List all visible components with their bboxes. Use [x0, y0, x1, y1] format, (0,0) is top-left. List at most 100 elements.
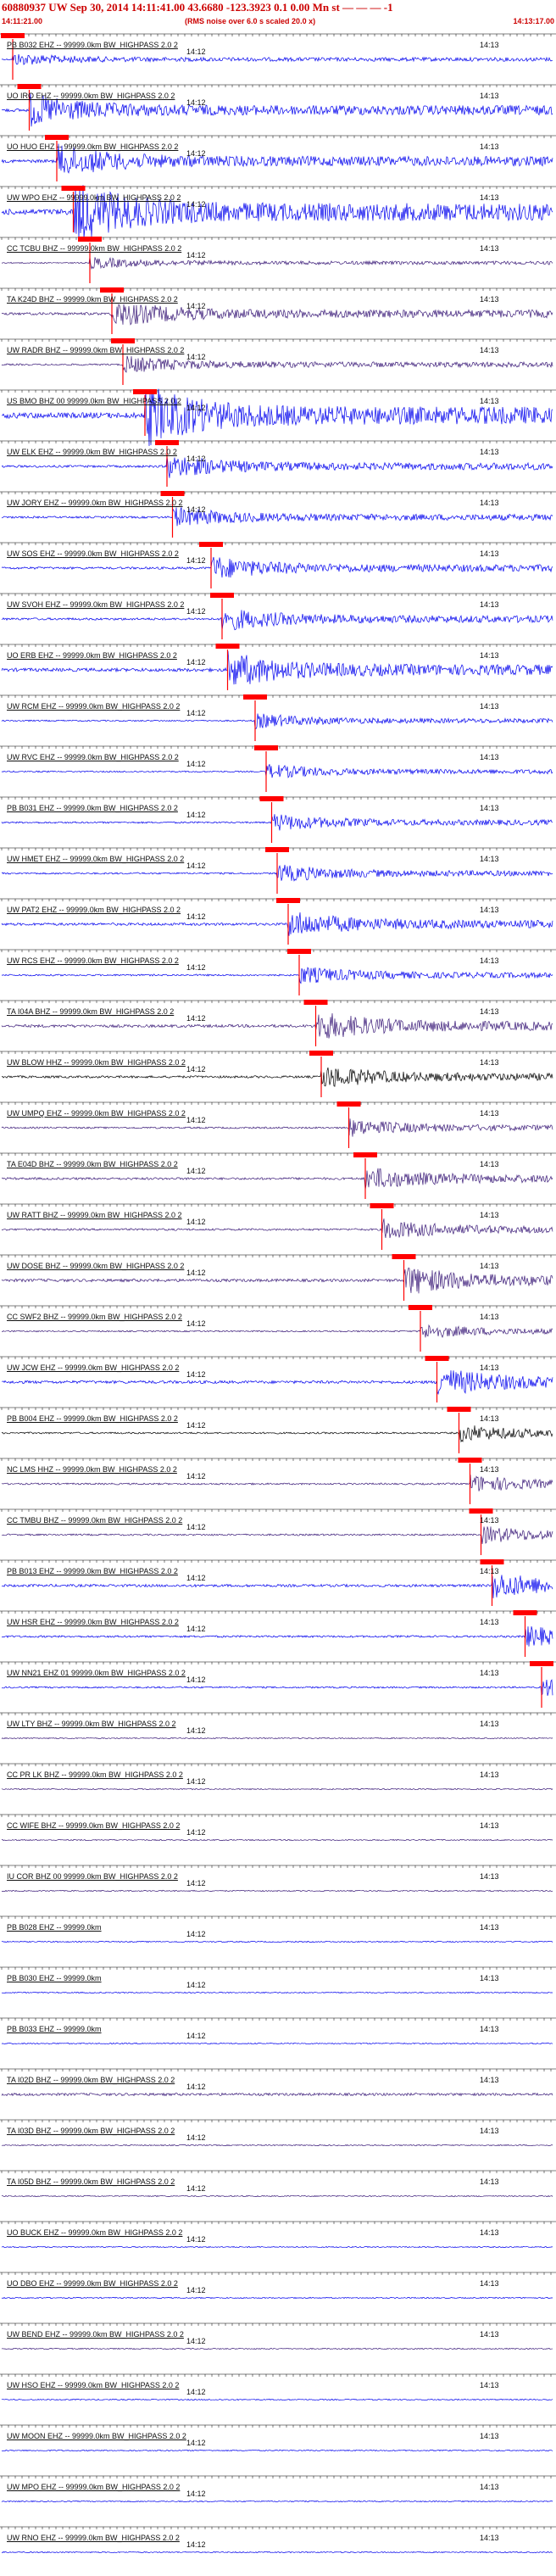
waveform-trace	[1, 912, 553, 936]
trace-label: PB B031 EHZ -- 99999.0km BW_HIGHPASS 2.0…	[7, 804, 178, 812]
waveform-trace	[1, 355, 553, 373]
phase-pick-flag	[160, 491, 185, 496]
waveform-trace	[2, 1370, 553, 1396]
waveform-trace	[2, 2194, 553, 2198]
time-label: 14:12	[186, 1370, 206, 1379]
time-label: 14:13	[480, 2381, 499, 2389]
trace-label: TA K24D BHZ -- 99999.0km BW_HIGHPASS 2.0…	[7, 295, 178, 304]
time-label: 14:13	[480, 2127, 499, 2135]
phase-pick-flag	[458, 1458, 482, 1463]
phase-pick-flag	[100, 287, 124, 293]
waveform-trace	[1, 1218, 553, 1239]
trace-label: US BMO BHZ 00 99999.0km BW_HIGHPASS 2.0 …	[7, 397, 181, 405]
waveform-trace	[1, 1267, 553, 1294]
time-label: 14:12	[186, 2286, 206, 2294]
time-label: 14:13	[480, 1923, 499, 1932]
waveform-trace	[1, 1012, 553, 1039]
trace-label: TA I05D BHZ -- 99999.0km BW_HIGHPASS 2.0…	[7, 2177, 175, 2186]
time-label: 14:13	[480, 2177, 499, 2186]
trace-label: UO IRO EHZ -- 99999.0km BW_HIGHPASS 2.0 …	[7, 92, 175, 100]
time-label: 14:12	[186, 454, 206, 463]
waveform-trace	[1, 2092, 553, 2097]
time-label: 14:13	[480, 956, 499, 965]
waveform-trace	[2, 1324, 553, 1338]
waveform-trace	[1, 2347, 553, 2350]
phase-pick-flag	[210, 593, 234, 598]
time-label: 14:12	[186, 1930, 206, 1938]
time-label: 14:13	[480, 2279, 499, 2288]
trace-label: UW RADR BHZ -- 99999.0km BW_HIGHPASS 2.0…	[7, 346, 185, 354]
trace-label: UW BLOW HHZ -- 99999.0km BW_HIGHPASS 2.0…	[7, 1058, 186, 1067]
time-label: 14:12	[186, 1065, 206, 1073]
phase-pick-flag	[353, 1152, 377, 1157]
trace-label: CC SWF2 BHZ -- 99999.0km BW_HIGHPASS 2.0…	[7, 1313, 182, 1321]
time-label: 14:13	[480, 1770, 499, 1779]
time-label: 14:13	[480, 1160, 499, 1168]
time-label: 14:13	[480, 1414, 499, 1423]
trace-label: CC TCBU BHZ -- 99999.0km BW_HIGHPASS 2.0…	[7, 244, 182, 253]
time-label: 14:13	[480, 1618, 499, 1626]
trace-label: UW DOSE BHZ -- 99999.0km BW_HIGHPASS 2.0…	[7, 1262, 185, 1270]
time-label: 14:12	[186, 1879, 206, 1887]
time-label: 14:13	[480, 753, 499, 761]
time-label: 14:12	[186, 2540, 206, 2549]
time-label: 14:12	[186, 2184, 206, 2193]
waveform-trace	[1, 1940, 553, 1943]
trace-label: UW RATT BHZ -- 99999.0km BW_HIGHPASS 2.0…	[7, 1211, 182, 1219]
phase-pick-flag	[370, 1203, 394, 1208]
time-label: 14:13	[480, 1516, 499, 1525]
time-label: 14:12	[186, 1828, 206, 1837]
phase-pick-flag	[243, 694, 267, 700]
time-label: 14:13	[480, 1567, 499, 1575]
trace-label: TA I04A BHZ -- 99999.0km BW_HIGHPASS 2.0…	[7, 1007, 175, 1016]
phase-pick-flag	[265, 847, 289, 852]
phase-pick-flag	[17, 84, 42, 89]
trace-label: UW HSO EHZ -- 99999.0km BW_HIGHPASS 2.0 …	[7, 2381, 180, 2389]
trace-label: TA I02D BHZ -- 99999.0km BW_HIGHPASS 2.0…	[7, 2076, 175, 2084]
waveform-trace	[1, 610, 553, 631]
phase-pick-flag	[259, 796, 284, 801]
time-label: 14:13	[480, 92, 499, 100]
waveform-trace	[1, 1168, 553, 1190]
time-label: 14:12	[186, 709, 206, 717]
waveform-trace	[1, 556, 553, 578]
time-label: 14:13	[480, 295, 499, 304]
time-label: 14:12	[186, 200, 206, 209]
trace-label: UW JCW EHZ -- 99999.0km BW_HIGHPASS 2.0 …	[7, 1363, 180, 1372]
phase-pick-flag	[447, 1407, 471, 1412]
time-label: 14:12	[186, 2083, 206, 2091]
trace-label: UW WPO EHZ -- 99999.0km BW_HIGHPASS 2.0 …	[7, 193, 181, 202]
trace-label: UW SVOH EHZ -- 99999.0km BW_HIGHPASS 2.0…	[7, 600, 185, 609]
time-label: 14:13	[480, 702, 499, 711]
trace-label: UW RVC EHZ -- 99999.0km BW_HIGHPASS 2.0 …	[7, 753, 179, 761]
trace-label: UW HSR EHZ -- 99999.0km BW_HIGHPASS 2.0 …	[7, 1618, 179, 1626]
phase-pick-flag	[1, 33, 25, 38]
time-label: 14:12	[186, 404, 206, 412]
trace-label: UW PAT2 EHZ -- 99999.0km BW_HIGHPASS 2.0…	[7, 906, 181, 914]
time-label: 14:12	[186, 1574, 206, 1582]
time-label: 14:12	[186, 760, 206, 768]
trace-label: PB B032 EHZ -- 99999.0km BW_HIGHPASS 2.0…	[7, 41, 178, 49]
time-label: 14:13	[480, 2432, 499, 2440]
phase-pick-flag	[303, 1000, 328, 1005]
time-label: 14:12	[186, 1625, 206, 1633]
waveform-trace	[1, 2398, 553, 2401]
time-label: 14:12	[186, 1014, 206, 1023]
trace-label: PB B004 EHZ -- 99999.0km BW_HIGHPASS 2.0…	[7, 1414, 178, 1423]
time-label: 14:12	[186, 1726, 206, 1735]
time-label: 14:12	[186, 2490, 206, 2498]
waveform-trace	[1, 1425, 553, 1443]
waveform-trace	[1, 2449, 553, 2452]
trace-label: UO DBO EHZ -- 99999.0km BW_HIGHPASS 2.0 …	[7, 2279, 178, 2288]
time-label: 14:13	[480, 1313, 499, 1321]
waveform-trace	[1, 713, 553, 729]
trace-label: UW SOS EHZ -- 99999.0km BW_HIGHPASS 2.0 …	[7, 549, 179, 558]
time-label: 14:13	[480, 2534, 499, 2542]
waveform-trace	[1, 507, 553, 527]
seismogram-traces: PB B032 EHZ -- 99999.0km BW_HIGHPASS 2.0…	[0, 0, 556, 2576]
waveform-trace	[1, 1787, 553, 1791]
phase-pick-flag	[409, 1305, 432, 1310]
phase-pick-flag	[133, 389, 157, 394]
time-label: 14:13	[480, 499, 499, 507]
phase-pick-flag	[45, 135, 69, 140]
